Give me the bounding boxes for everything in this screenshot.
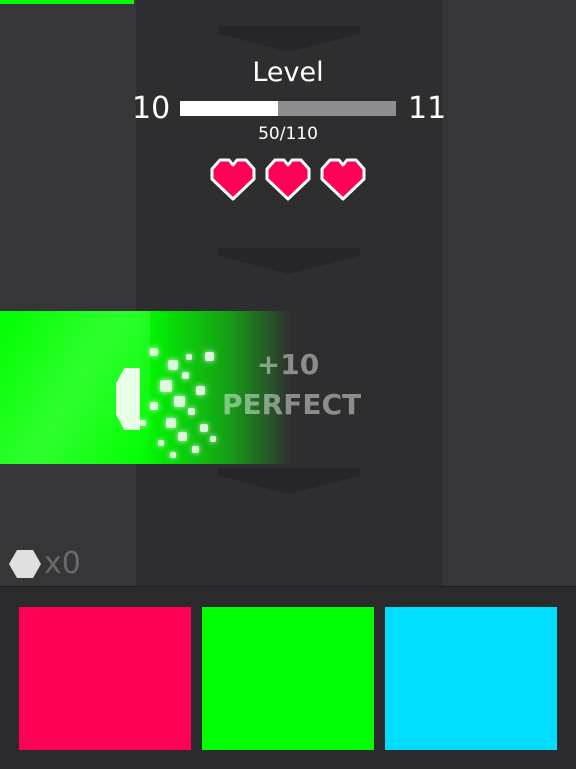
level-progress-text: 50/110: [258, 124, 318, 144]
spark-particle: [205, 352, 214, 361]
lives-hearts: [210, 157, 366, 203]
green-color-pad[interactable]: [202, 607, 374, 750]
spark-particle: [150, 402, 158, 410]
blue-color-pad[interactable]: [385, 607, 557, 750]
spark-particle: [210, 436, 216, 442]
spark-particle: [168, 360, 178, 370]
spark-particle: [158, 440, 164, 446]
spark-particle: [186, 354, 192, 360]
spark-particle: [196, 386, 205, 395]
hit-marker-icon: [116, 368, 140, 430]
spark-particle: [170, 452, 176, 458]
spark-particle: [160, 380, 172, 392]
color-controls: [0, 586, 576, 769]
spark-particle: [166, 418, 176, 428]
heart-icon: [265, 158, 311, 201]
current-level-number: 10: [132, 91, 171, 126]
heart-icon: [210, 158, 256, 201]
red-color-pad[interactable]: [19, 607, 191, 750]
top-green-bar: [0, 0, 134, 4]
spark-particle: [188, 408, 195, 415]
spark-particle: [182, 372, 189, 379]
spark-particle: [200, 424, 208, 432]
level-progress-bar: [180, 101, 396, 116]
gem-count: x0: [44, 546, 81, 581]
spark-particle: [140, 420, 146, 426]
heart-icon: [320, 158, 366, 201]
score-popup-points: +10: [256, 348, 320, 381]
spark-particle: [192, 446, 199, 453]
level-title: Level: [252, 57, 324, 88]
spark-particle: [178, 432, 187, 441]
level-progress-fill: [180, 101, 279, 116]
score-popup-label: PERFECT: [222, 388, 362, 421]
hexagon-gem-icon: [9, 550, 41, 578]
next-level-number: 11: [408, 91, 447, 126]
spark-particle: [174, 396, 185, 407]
spark-particle: [150, 348, 158, 356]
